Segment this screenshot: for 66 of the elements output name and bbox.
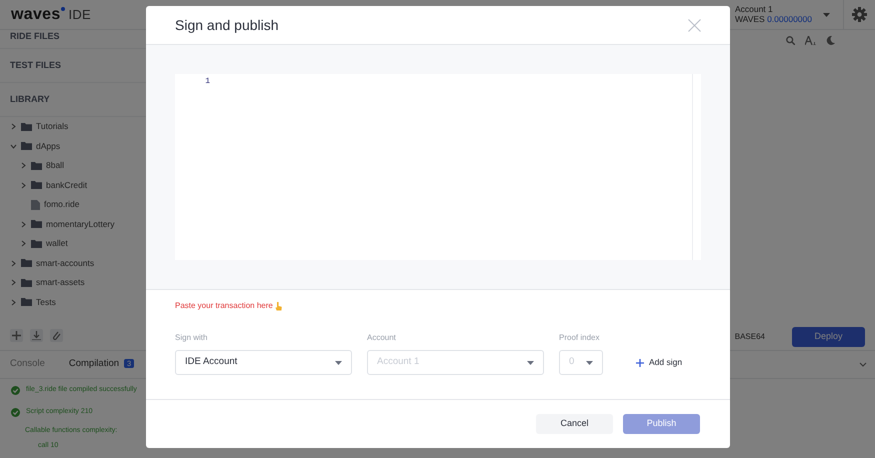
hint-text: Paste your transaction here xyxy=(175,300,273,312)
chevron-right-icon[interactable] xyxy=(10,279,17,286)
caret-icon[interactable] xyxy=(823,12,830,16)
folder-name[interactable]: smart-accounts xyxy=(36,256,94,270)
pointing-hand-icon xyxy=(274,302,282,310)
plus-icon xyxy=(636,358,644,366)
close-icon xyxy=(688,18,701,32)
chevron-right-icon[interactable] xyxy=(10,298,17,306)
chevron-right-icon[interactable] xyxy=(10,260,17,267)
chevron-right-icon[interactable] xyxy=(10,123,17,130)
folder-name[interactable]: Tutorials xyxy=(36,120,68,134)
code-editor[interactable]: 1 xyxy=(175,74,701,260)
chevron-right-icon[interactable] xyxy=(20,162,27,170)
add-icon xyxy=(12,331,21,340)
folder-name[interactable]: 8ball xyxy=(46,159,64,172)
account-name: Account 1 xyxy=(734,4,774,14)
font-size-icon[interactable] xyxy=(805,36,816,45)
file-name[interactable]: fomo.ride xyxy=(44,198,80,212)
line-number: 1 xyxy=(204,76,210,88)
settings-icon[interactable] xyxy=(852,7,867,22)
search-icon[interactable] xyxy=(786,36,795,45)
field-label: Account xyxy=(367,332,397,344)
chevron-right-icon[interactable] xyxy=(20,220,27,228)
folder-icon xyxy=(31,181,42,190)
chevron-right-icon[interactable] xyxy=(20,240,27,248)
folder-icon xyxy=(21,259,32,268)
folder-icon xyxy=(21,122,32,131)
account-balance: WAVES 0.00000000 xyxy=(734,14,812,24)
caret-icon xyxy=(335,360,342,364)
folder-icon xyxy=(31,162,42,170)
folder-name[interactable]: momentaryLottery xyxy=(46,218,114,231)
cancel-button[interactable]: Cancel xyxy=(536,414,613,434)
caret-icon xyxy=(586,360,593,364)
folder-name[interactable]: dApps xyxy=(36,140,60,153)
folder-icon xyxy=(21,142,32,150)
folder-icon xyxy=(21,278,32,287)
folder-icon xyxy=(21,298,32,306)
attachment-button[interactable] xyxy=(50,329,63,342)
chevron-down-icon[interactable] xyxy=(859,362,867,367)
field-label: Proof index xyxy=(559,332,600,344)
folder-name[interactable]: Tests xyxy=(36,296,56,309)
panel-tab[interactable]: Console xyxy=(10,357,45,372)
check-circle-icon xyxy=(11,386,20,394)
add-button[interactable] xyxy=(10,329,23,342)
folder-icon xyxy=(31,220,42,228)
select-field: Account 1 xyxy=(367,350,544,375)
folder-name[interactable]: bankCredit xyxy=(46,178,88,192)
field-label: Sign with xyxy=(175,332,208,344)
folder-name[interactable]: wallet xyxy=(46,237,68,250)
select-field: 0 xyxy=(559,350,603,375)
add-sign-button[interactable]: Add sign xyxy=(636,350,682,375)
chevron-right-icon[interactable] xyxy=(20,182,27,189)
download-button[interactable] xyxy=(30,329,43,342)
caret-icon xyxy=(527,360,534,364)
folder-icon xyxy=(31,240,42,248)
file-icon xyxy=(31,200,40,210)
chevron-down-icon[interactable] xyxy=(10,142,17,150)
check-circle-icon xyxy=(11,408,20,416)
select-field[interactable]: IDE Account xyxy=(175,350,352,375)
moon-icon[interactable] xyxy=(826,36,835,45)
folder-name[interactable]: smart-assets xyxy=(36,276,85,290)
deploy-button[interactable]: Deploy xyxy=(792,327,865,347)
attachment-icon xyxy=(52,331,61,340)
format-label: BASE64 xyxy=(734,331,765,343)
download-icon xyxy=(32,331,41,340)
app-logo: waves IDE xyxy=(10,4,92,24)
